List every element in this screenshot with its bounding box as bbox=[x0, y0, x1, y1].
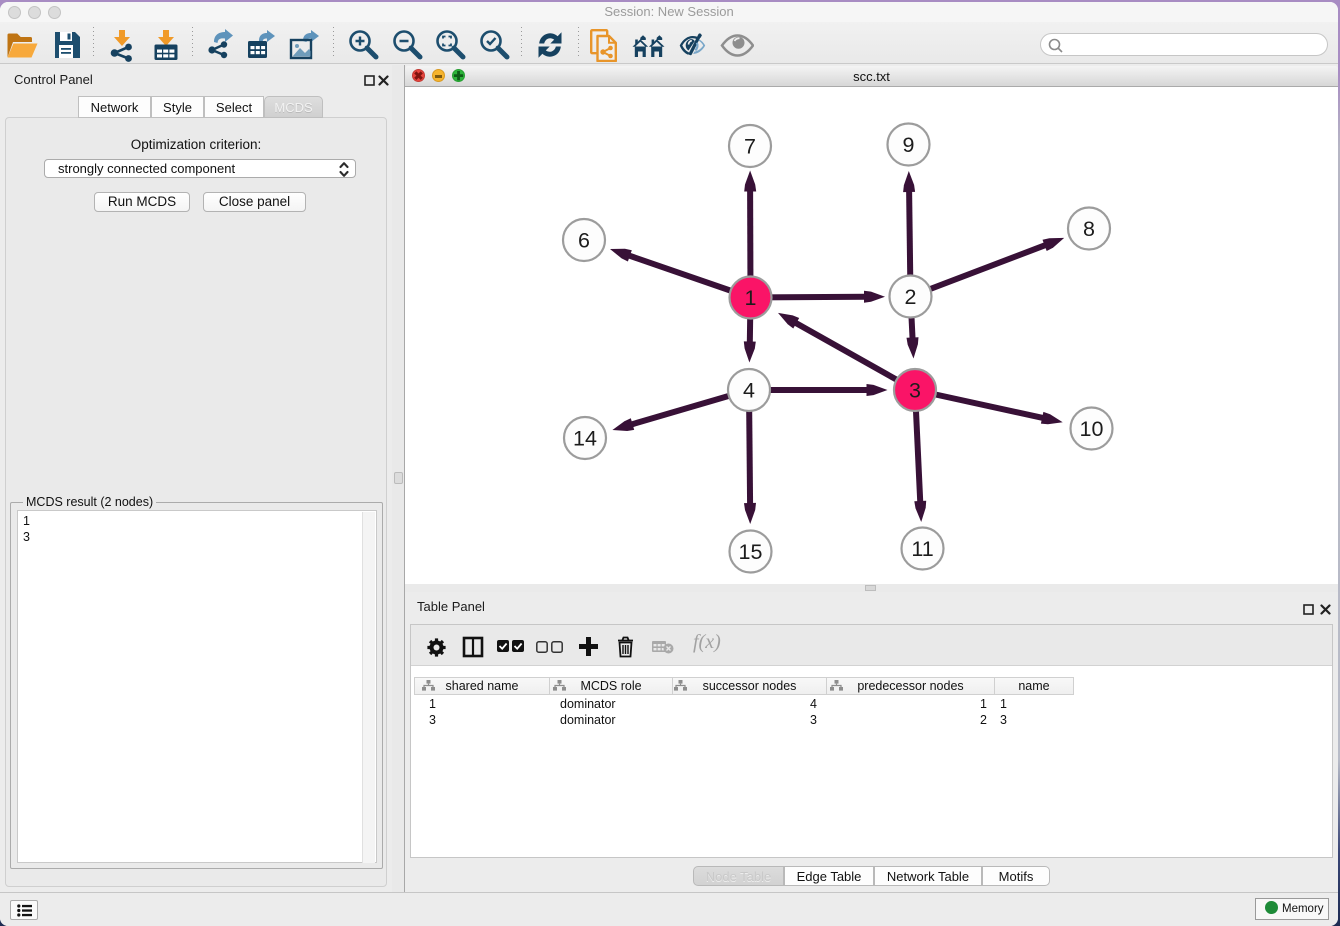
svg-text:14: 14 bbox=[573, 427, 597, 451]
svg-text:2: 2 bbox=[905, 285, 917, 309]
svg-text:6: 6 bbox=[578, 229, 590, 253]
svg-text:10: 10 bbox=[1080, 417, 1104, 441]
svg-text:3: 3 bbox=[909, 379, 921, 403]
svg-text:8: 8 bbox=[1083, 217, 1095, 241]
svg-text:1: 1 bbox=[745, 286, 757, 310]
svg-text:4: 4 bbox=[743, 379, 755, 403]
svg-text:9: 9 bbox=[903, 133, 915, 157]
svg-text:15: 15 bbox=[739, 540, 763, 564]
svg-text:7: 7 bbox=[744, 135, 756, 159]
svg-text:11: 11 bbox=[911, 537, 933, 561]
